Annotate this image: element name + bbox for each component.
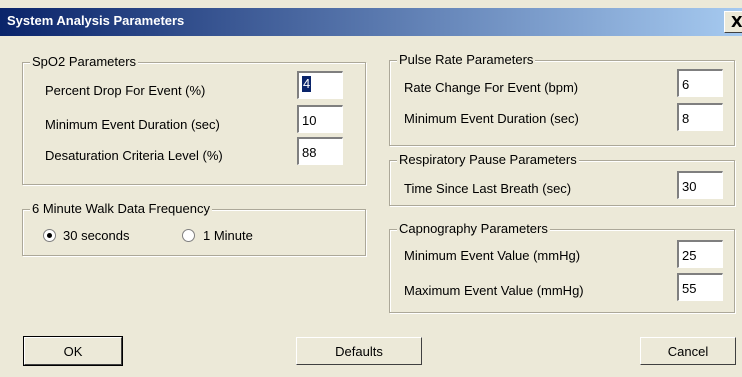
radio-30-seconds-label[interactable]: 30 seconds [63,228,130,244]
window-title: System Analysis Parameters [7,13,185,28]
time-since-breath-input[interactable] [677,171,723,199]
dialog-window: System Analysis Parameters X SpO2 Parame… [0,0,742,377]
rate-change-label: Rate Change For Event (bpm) [404,80,579,95]
title-bar[interactable]: System Analysis Parameters X [0,8,742,36]
time-since-breath-label: Time Since Last Breath (sec) [404,181,572,196]
pulse-min-duration-label: Minimum Event Duration (sec) [404,111,579,126]
radio-selected-dot [47,233,52,238]
percent-drop-input[interactable]: 4 [297,71,343,99]
desaturation-level-input[interactable] [297,137,343,165]
capno-min-value-input[interactable] [677,240,723,268]
percent-drop-label: Percent Drop For Event (%) [45,83,206,98]
capno-group-title: Capnography Parameters [397,221,550,237]
resp-group-title: Respiratory Pause Parameters [397,152,579,168]
respiratory-pause-group: Respiratory Pause Parameters Time Since … [389,152,735,206]
pulse-rate-group: Pulse Rate Parameters Rate Change For Ev… [389,52,735,146]
walk-group-title: 6 Minute Walk Data Frequency [30,201,212,217]
ok-button[interactable]: OK [23,336,123,366]
capno-max-value-input[interactable] [677,273,723,301]
capno-max-value-label: Maximum Event Value (mmHg) [404,283,584,298]
cancel-button[interactable]: Cancel [640,337,736,365]
desaturation-level-label: Desaturation Criteria Level (%) [45,148,223,163]
spo2-group-title: SpO2 Parameters [30,54,139,70]
close-button[interactable]: X [724,11,742,33]
radio-1-minute[interactable] [182,229,195,242]
pulse-min-duration-input[interactable] [677,103,723,131]
spo2-min-duration-input[interactable] [297,105,343,133]
pulse-group-title: Pulse Rate Parameters [397,52,536,68]
spo2-parameters-group: SpO2 Parameters Percent Drop For Event (… [22,54,366,185]
radio-30-seconds[interactable] [43,229,56,242]
spo2-min-duration-label: Minimum Event Duration (sec) [45,117,220,132]
close-icon: X [731,13,742,31]
rate-change-input[interactable] [677,69,723,97]
capnography-group: Capnography Parameters Minimum Event Val… [389,221,735,313]
walk-frequency-group: 6 Minute Walk Data Frequency 30 seconds … [22,201,366,256]
radio-1-minute-label[interactable]: 1 Minute [203,228,253,244]
capno-min-value-label: Minimum Event Value (mmHg) [404,248,581,263]
percent-drop-value: 4 [302,76,312,92]
defaults-button[interactable]: Defaults [296,337,422,365]
